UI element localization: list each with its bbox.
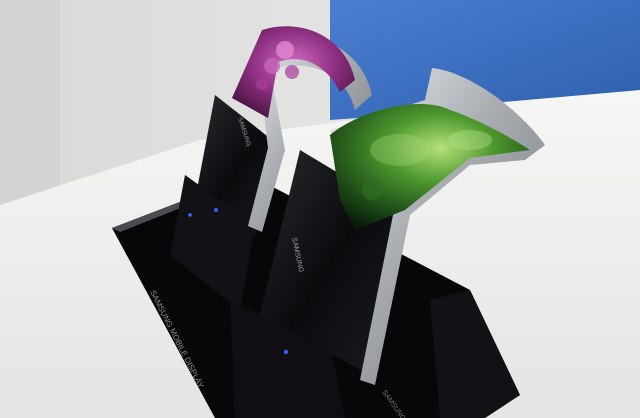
left-stand-led [188,213,192,217]
right-device-led [283,349,289,355]
left-device-led [214,208,218,212]
wall-corner-shadow [0,0,60,220]
photo-scene: SAMSUNG MOBILE DISPLAY SAMSUNG SAMSUNG S… [0,0,640,418]
